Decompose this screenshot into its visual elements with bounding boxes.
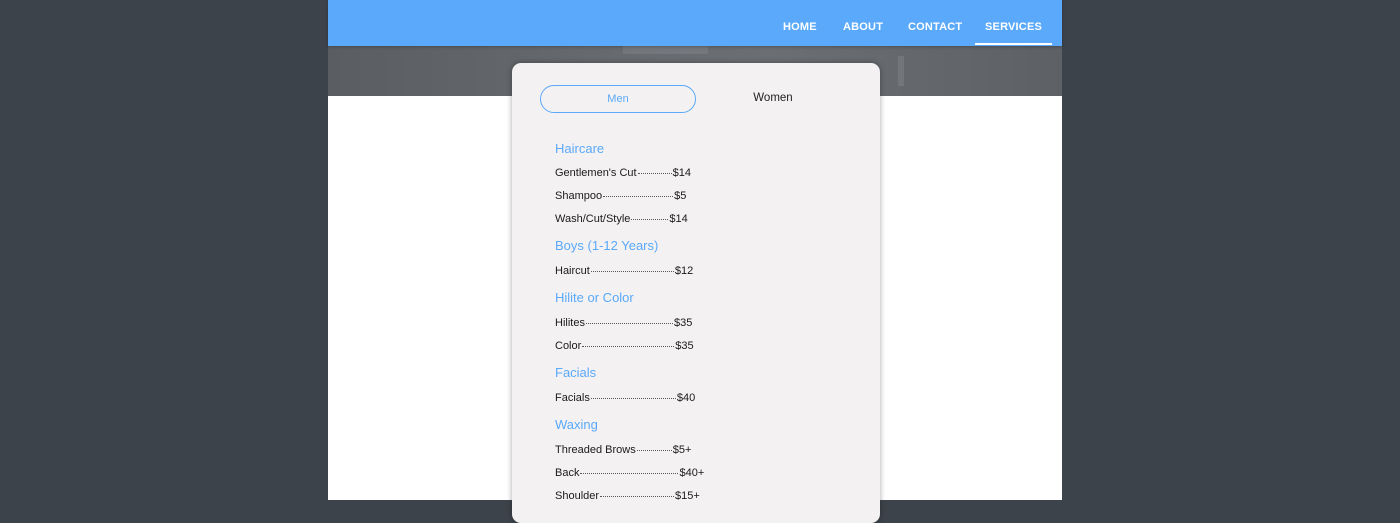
service-name: Color	[555, 340, 582, 352]
nav-link-home[interactable]: HOME	[783, 0, 817, 46]
section-title-haircare: Haircare	[555, 141, 605, 156]
service-price: $35	[675, 340, 694, 352]
service-item: Wash/Cut/Style $14	[555, 213, 688, 225]
service-price: $5+	[672, 444, 692, 456]
dot-leader	[637, 173, 672, 174]
service-price: $14	[669, 213, 688, 225]
dot-leader	[582, 346, 675, 347]
service-item: Threaded Brows $5+	[555, 444, 691, 456]
service-name: Wash/Cut/Style	[555, 213, 631, 225]
service-price: $14	[672, 167, 691, 179]
service-item: Back $40+	[555, 467, 704, 479]
hero-image-detail	[623, 46, 708, 54]
service-name: Gentlemen's Cut	[555, 167, 637, 179]
services-menu-card: Men Women Haircare Gentlemen's Cut $14 S…	[512, 63, 880, 523]
service-name: Hilites	[555, 317, 585, 329]
service-item: Shampoo $5	[555, 190, 686, 202]
dot-leader	[590, 398, 676, 399]
hero-image-detail	[898, 56, 904, 86]
service-item: Haircut $12	[555, 265, 693, 277]
service-name: Haircut	[555, 265, 590, 277]
service-price: $40	[676, 392, 696, 404]
dot-leader	[585, 323, 673, 324]
nav-link-services[interactable]: SERVICES	[974, 0, 1053, 46]
section-title-facials: Facials	[555, 365, 597, 380]
service-price: $35	[673, 317, 693, 329]
service-price: $12	[674, 265, 694, 277]
service-item: Gentlemen's Cut $14	[555, 167, 691, 179]
dot-leader	[636, 450, 672, 451]
dot-leader	[631, 219, 669, 220]
dot-leader	[603, 196, 674, 197]
service-price: $5	[674, 190, 687, 202]
tab-men[interactable]: Men	[540, 85, 696, 113]
nav-link-about[interactable]: ABOUT	[843, 0, 883, 46]
service-name: Back	[555, 467, 580, 479]
service-price: $15+	[675, 490, 700, 502]
section-title-boys: Boys (1-12 Years)	[555, 238, 659, 253]
dot-leader	[580, 473, 679, 474]
dot-leader	[600, 496, 675, 497]
section-title-hilite-or-color: Hilite or Color	[555, 290, 634, 305]
service-name: Facials	[555, 392, 590, 404]
service-item: Shoulder $15+	[555, 490, 700, 502]
top-navbar: HOME ABOUT CONTACT SERVICES	[328, 0, 1062, 46]
service-price: $40+	[679, 467, 705, 479]
service-name: Shampoo	[555, 190, 603, 202]
dot-leader	[590, 271, 674, 272]
service-item: Hilites $35	[555, 317, 692, 329]
service-item: Facials $40	[555, 392, 695, 404]
service-item: Color $35	[555, 340, 694, 352]
nav-link-contact[interactable]: CONTACT	[908, 0, 962, 46]
tab-women[interactable]: Women	[696, 85, 850, 111]
section-title-waxing: Waxing	[555, 417, 598, 432]
service-name: Shoulder	[555, 490, 600, 502]
service-name: Threaded Brows	[555, 444, 636, 456]
